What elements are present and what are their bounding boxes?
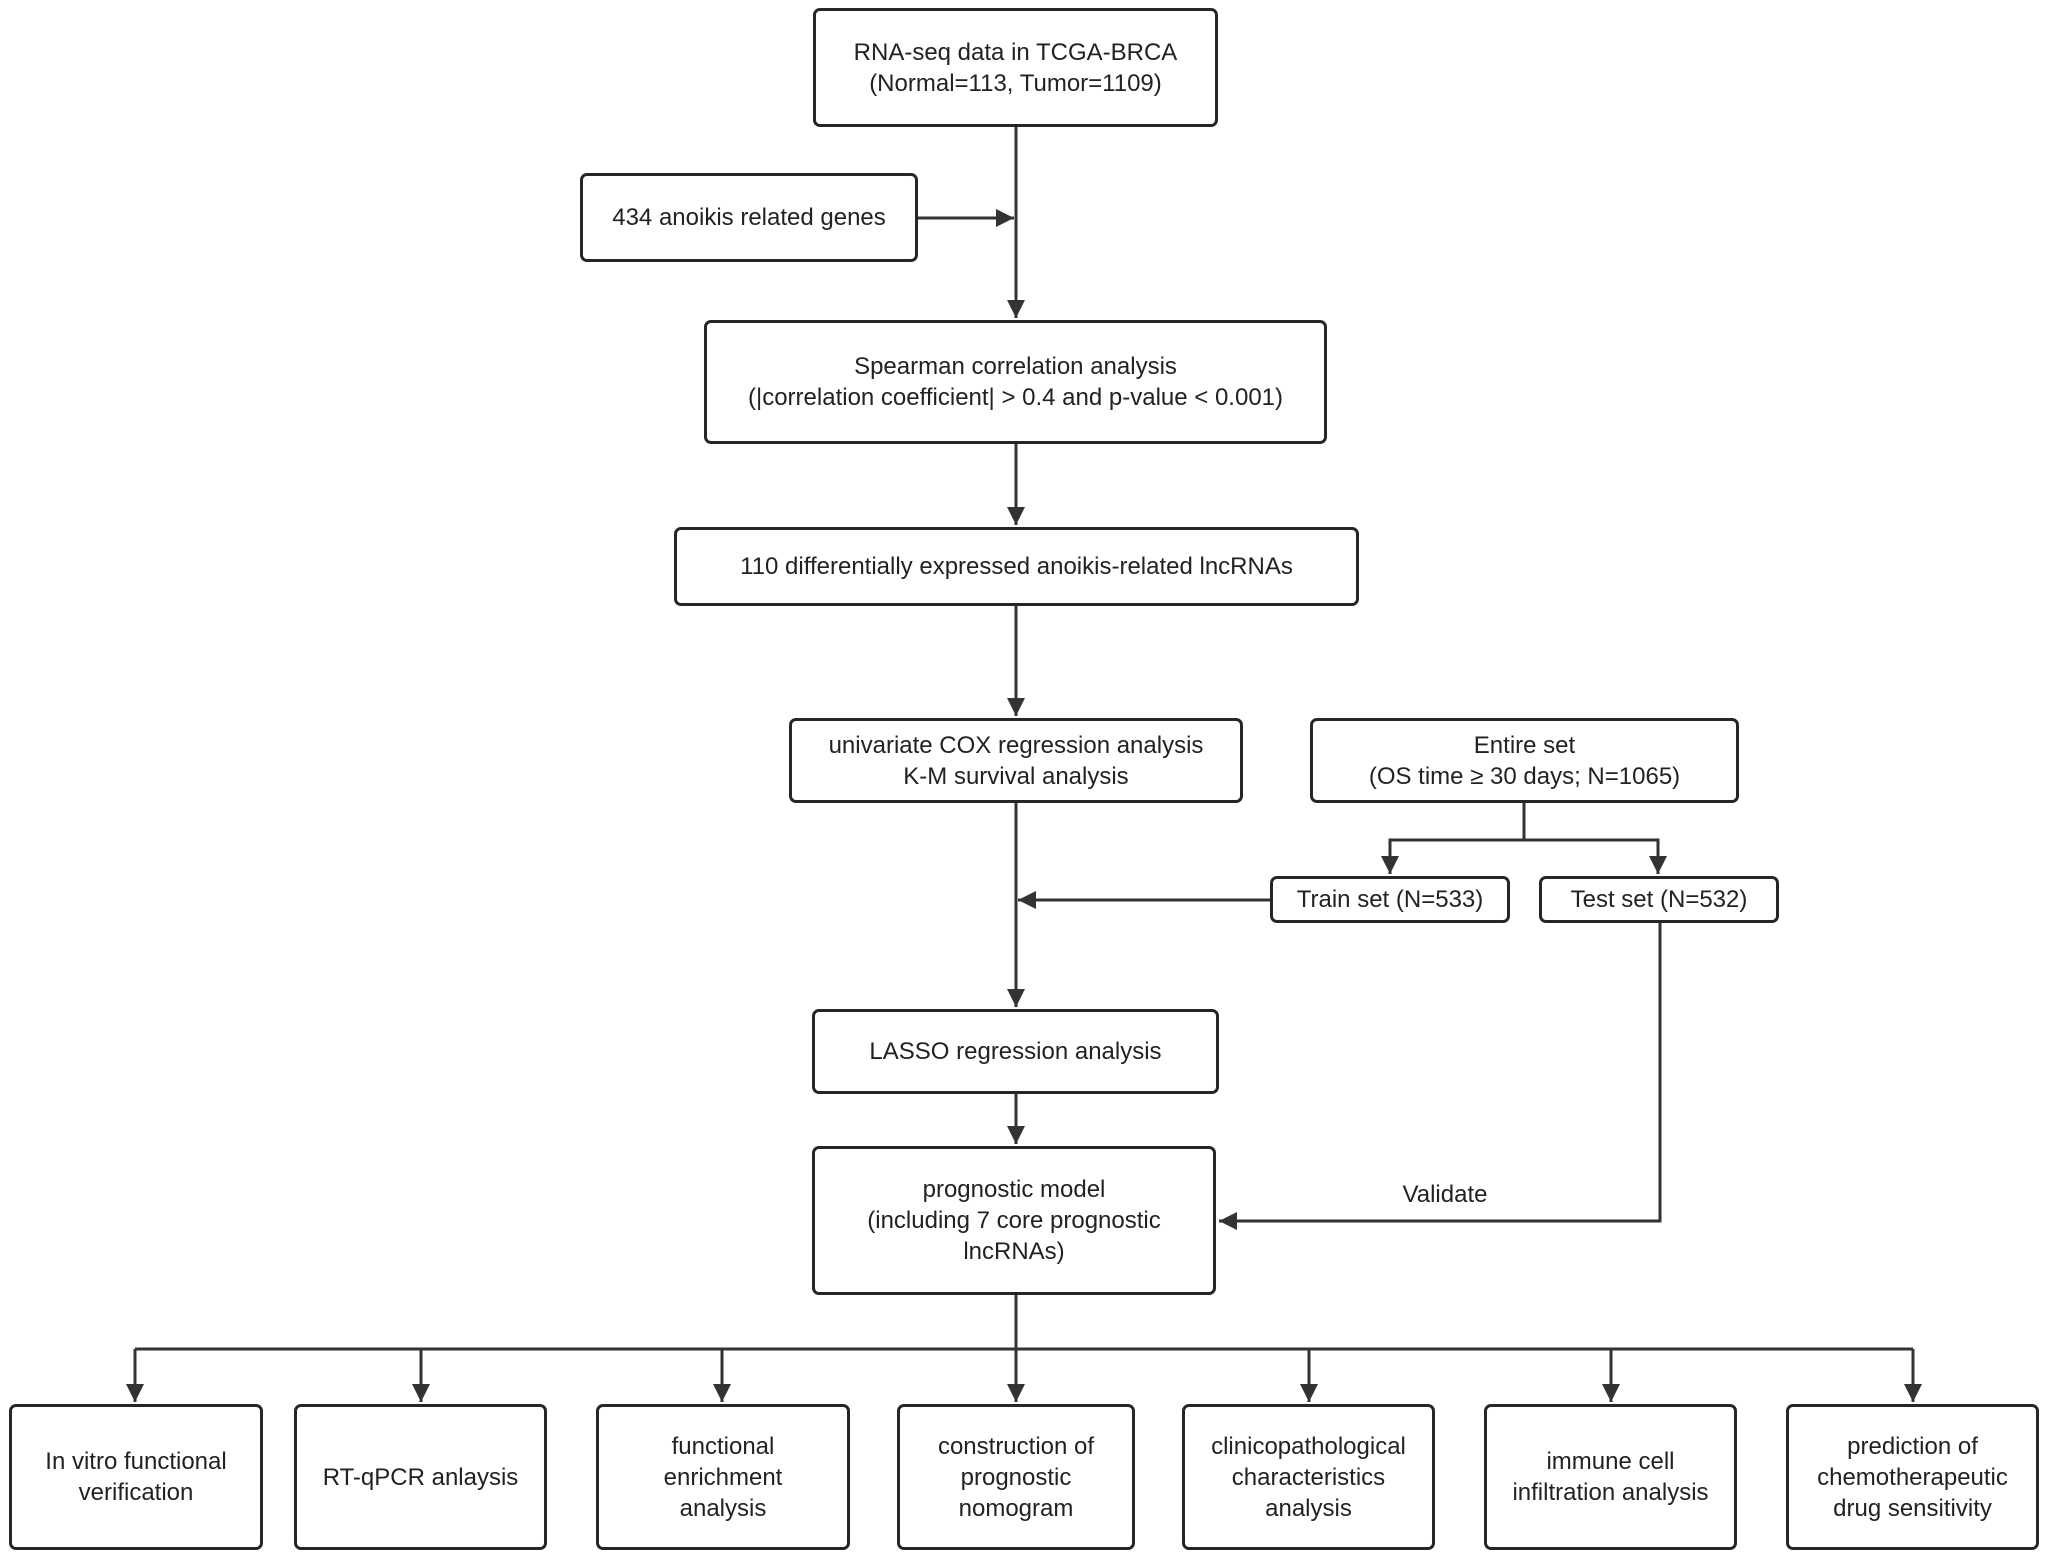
node-differential-lncrnas: 110 differentially expressed anoikis-rel… bbox=[674, 527, 1359, 606]
node-immune-infiltration: immune cell infiltration analysis bbox=[1484, 1404, 1737, 1550]
node-rnaseq-data-text: RNA-seq data in TCGA-BRCA (Normal=113, T… bbox=[853, 38, 1178, 97]
node-rt-qpcr-text: RT-qPCR anlaysis bbox=[322, 1463, 519, 1491]
node-clinicopathological-analysis: clinicopathological characteristics anal… bbox=[1182, 1404, 1435, 1550]
node-differential-lncrnas-text: 110 differentially expressed anoikis-rel… bbox=[740, 553, 1293, 580]
node-rt-qpcr: RT-qPCR anlaysis bbox=[294, 1404, 547, 1550]
node-functional-enrichment: functional enrichment analysis bbox=[596, 1404, 850, 1550]
node-prognostic-nomogram-text: construction of prognostic nomogram bbox=[937, 1432, 1095, 1522]
node-lasso-regression: LASSO regression analysis bbox=[812, 1009, 1219, 1094]
node-test-set-text: Test set (N=532) bbox=[1570, 886, 1748, 913]
node-drug-sensitivity: prediction of chemotherapeutic drug sens… bbox=[1786, 1404, 2039, 1550]
node-cox-regression: univariate COX regression analysis K-M s… bbox=[789, 718, 1243, 803]
node-prognostic-nomogram: construction of prognostic nomogram bbox=[897, 1404, 1135, 1550]
connector-entire-split bbox=[1388, 838, 1660, 874]
node-spearman-correlation: Spearman correlation analysis (|correlat… bbox=[704, 320, 1327, 444]
node-in-vitro-verification-text: In vitro functional verification bbox=[45, 1448, 227, 1506]
node-functional-enrichment-text: functional enrichment analysis bbox=[663, 1432, 783, 1522]
node-immune-infiltration-text: immune cell infiltration analysis bbox=[1512, 1448, 1709, 1506]
edge-label-validate: Validate bbox=[1402, 1181, 1488, 1208]
node-anoikis-genes-text: 434 anoikis related genes bbox=[612, 204, 886, 231]
node-spearman-correlation-text: Spearman correlation analysis (|correlat… bbox=[747, 353, 1284, 411]
node-anoikis-genes: 434 anoikis related genes bbox=[580, 173, 918, 262]
node-train-set-text: Train set (N=533) bbox=[1296, 886, 1484, 913]
node-in-vitro-verification: In vitro functional verification bbox=[9, 1404, 263, 1550]
node-test-set: Test set (N=532) bbox=[1539, 876, 1779, 923]
node-drug-sensitivity-text: prediction of chemotherapeutic drug sens… bbox=[1817, 1432, 2008, 1522]
node-clinicopathological-analysis-text: clinicopathological characteristics anal… bbox=[1211, 1432, 1406, 1522]
node-cox-regression-text: univariate COX regression analysis K-M s… bbox=[828, 731, 1204, 790]
node-entire-set-text: Entire set (OS time ≥ 30 days; N=1065) bbox=[1368, 731, 1681, 790]
node-train-set: Train set (N=533) bbox=[1270, 876, 1510, 923]
node-prognostic-model-text: prognostic model (including 7 core progn… bbox=[867, 1176, 1161, 1265]
arrow-test-to-model bbox=[1219, 923, 1662, 1230]
node-rnaseq-data: RNA-seq data in TCGA-BRCA (Normal=113, T… bbox=[813, 8, 1218, 127]
node-entire-set: Entire set (OS time ≥ 30 days; N=1065) bbox=[1310, 718, 1739, 803]
node-lasso-regression-text: LASSO regression analysis bbox=[869, 1038, 1162, 1065]
node-prognostic-model: prognostic model (including 7 core progn… bbox=[812, 1146, 1216, 1295]
